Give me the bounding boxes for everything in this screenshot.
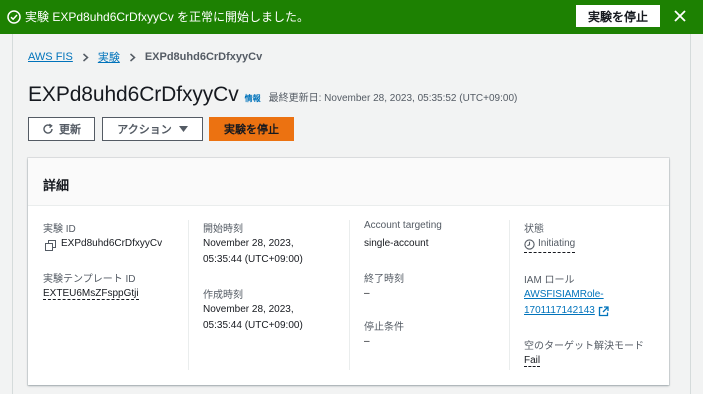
actions-label: アクション <box>117 124 172 136</box>
creation-time-label: 作成時刻 <box>203 290 243 301</box>
flash-stop-experiment-button[interactable]: 実験を停止 <box>576 5 660 27</box>
breadcrumb-aws-fis[interactable]: AWS FIS <box>28 51 73 63</box>
success-flash-banner: 実験 EXPd8uhd6CrDfxyyCv を正常に開始しました。 実験を停止 <box>0 0 703 34</box>
close-icon[interactable] <box>672 8 688 24</box>
template-id-value[interactable]: EXTEU6MsZFsppGtji <box>43 288 139 300</box>
clock-icon <box>524 238 535 250</box>
stop-conditions-value: – <box>364 336 370 347</box>
refresh-label: 更新 <box>59 124 81 136</box>
template-id-label: 実験テンプレート ID <box>43 274 136 285</box>
account-targeting-value: single-account <box>364 238 429 249</box>
details-header: 詳細 <box>28 158 669 206</box>
details-column-2: 開始時刻 November 28, 2023, 05:35:44 (UTC+09… <box>203 220 343 370</box>
breadcrumb-experiments[interactable]: 実験 <box>98 49 120 65</box>
iam-role-link-line1[interactable]: AWSFISIAMRole- <box>524 287 604 303</box>
column-divider <box>509 220 510 370</box>
start-time-line2: 05:35:44 (UTC+09:00) <box>203 254 303 265</box>
iam-role-link-line2[interactable]: 1701117142143 <box>524 303 595 319</box>
experiment-id-value: EXPd8uhd6CrDfxyyCv <box>61 238 163 249</box>
last-updated: 最終更新日: November 28, 2023, 05:35:52 (UTC+… <box>268 93 518 104</box>
actions-dropdown[interactable]: アクション <box>102 117 203 141</box>
info-link[interactable]: 情報 <box>245 93 261 104</box>
creation-time-line1: November 28, 2023, <box>203 304 294 315</box>
column-divider <box>188 220 189 370</box>
details-column-3: Account targeting single-account 終了時刻 – … <box>364 220 504 370</box>
state-text: Initiating <box>538 238 576 249</box>
creation-time-line2: 05:35:44 (UTC+09:00) <box>203 320 303 331</box>
start-time-label: 開始時刻 <box>203 224 243 235</box>
flash-message: 実験 EXPd8uhd6CrDfxyyCv を正常に開始しました。 <box>25 10 310 24</box>
page-header: EXPd8uhd6CrDfxyyCv 情報 最終更新日: November 28… <box>28 83 517 109</box>
caret-down-icon <box>178 126 188 132</box>
details-card: 詳細 実験 ID EXPd8uhd6CrDfxyyCv 実験テンプレート ID … <box>28 158 669 385</box>
chevron-right-icon <box>82 52 89 62</box>
empty-target-label: 空のターゲット解決モード <box>524 341 644 352</box>
external-link-icon[interactable] <box>598 305 609 317</box>
details-title: 詳細 <box>43 178 70 193</box>
refresh-button[interactable]: 更新 <box>28 117 95 141</box>
state-label: 状態 <box>524 224 544 235</box>
copy-icon[interactable] <box>45 240 56 251</box>
empty-target-value[interactable]: Fail <box>524 355 541 367</box>
breadcrumb: AWS FIS 実験 EXPd8uhd6CrDfxyyCv <box>28 49 262 65</box>
state-value[interactable]: Initiating <box>524 236 576 253</box>
start-time-line1: November 28, 2023, <box>203 238 294 249</box>
page-title: EXPd8uhd6CrDfxyyCv <box>28 83 239 106</box>
details-column-4: 状態 Initiating IAM ロール AWSFISIAMRole- 170… <box>524 220 664 370</box>
account-targeting-label: Account targeting <box>364 220 442 231</box>
end-time-value: – <box>364 288 370 299</box>
chevron-right-icon <box>129 52 136 62</box>
experiment-id-label: 実験 ID <box>43 224 76 235</box>
refresh-icon <box>43 123 53 134</box>
breadcrumb-current: EXPd8uhd6CrDfxyyCv <box>144 51 263 63</box>
end-time-label: 終了時刻 <box>364 274 404 285</box>
iam-role-label: IAM ロール <box>524 275 575 286</box>
column-divider <box>349 220 350 370</box>
details-column-1: 実験 ID EXPd8uhd6CrDfxyyCv 実験テンプレート ID EXT… <box>43 220 183 370</box>
stop-conditions-label: 停止条件 <box>364 322 404 333</box>
success-check-icon <box>7 10 21 24</box>
stop-experiment-button[interactable]: 実験を停止 <box>209 117 294 141</box>
